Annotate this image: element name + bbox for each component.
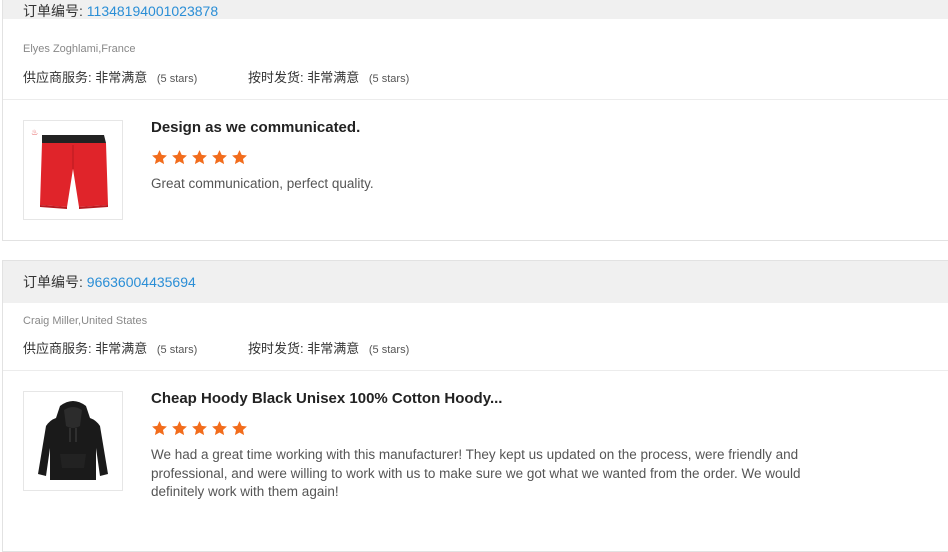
product-thumbnail[interactable] [23, 391, 123, 491]
star-icon [192, 150, 207, 165]
ontime-delivery-stars: (5 stars) [368, 73, 410, 85]
review-card: 订单编号: 11348194001023878 Elyes Zoghlami,F… [2, 0, 948, 241]
ontime-delivery-value: 非常满意 [307, 70, 360, 85]
star-icon [232, 150, 247, 165]
ontime-delivery-label: 按时发货: [248, 70, 304, 85]
order-number-link[interactable]: 96636004435694 [87, 274, 196, 290]
order-number-label: 订单编号: [23, 274, 83, 290]
order-header: 订单编号: 96636004435694 [3, 261, 948, 303]
star-icon [212, 150, 227, 165]
buyer-name: Craig Miller,United States [23, 315, 148, 327]
star-icon [212, 421, 227, 436]
supplier-service-value: 非常满意 [95, 70, 148, 85]
ontime-delivery-stars: (5 stars) [368, 344, 410, 356]
product-title[interactable]: Cheap Hoody Black Unisex 100% Cotton Hoo… [151, 390, 502, 407]
supplier-service-rating: 供应商服务: 非常满意 (5 stars) [23, 338, 197, 357]
buyer-name: Elyes Zoghlami,France [23, 43, 136, 55]
seller-ratings: 供应商服务: 非常满意 (5 stars) 按时发货: 非常满意 (5 star… [23, 67, 409, 86]
seller-ratings: 供应商服务: 非常满意 (5 stars) 按时发货: 非常满意 (5 star… [23, 338, 409, 357]
ontime-delivery-value: 非常满意 [307, 341, 360, 356]
order-number-link[interactable]: 11348194001023878 [87, 3, 218, 19]
supplier-service-label: 供应商服务: [23, 341, 92, 356]
review-text: Great communication, perfect quality. [151, 176, 374, 191]
star-icon [152, 421, 167, 436]
review-card: 订单编号: 96636004435694 Craig Miller,United… [2, 260, 948, 552]
ontime-delivery-rating: 按时发货: 非常满意 (5 stars) [248, 338, 409, 357]
supplier-service-stars: (5 stars) [156, 344, 198, 356]
supplier-service-rating: 供应商服务: 非常满意 (5 stars) [23, 67, 197, 86]
star-icon [232, 421, 247, 436]
svg-text:♨: ♨ [31, 128, 38, 137]
product-title[interactable]: Design as we communicated. [151, 119, 360, 136]
product-thumbnail[interactable]: ♨ [23, 120, 123, 220]
star-icon [172, 150, 187, 165]
ontime-delivery-rating: 按时发货: 非常满意 (5 stars) [248, 67, 409, 86]
star-icon [192, 421, 207, 436]
order-number-label: 订单编号: [23, 3, 83, 19]
red-shorts-image: ♨ [31, 128, 108, 209]
supplier-service-stars: (5 stars) [156, 73, 198, 85]
star-rating [151, 420, 248, 440]
supplier-service-label: 供应商服务: [23, 70, 92, 85]
ontime-delivery-label: 按时发货: [248, 341, 304, 356]
order-header: 订单编号: 11348194001023878 [3, 0, 948, 19]
star-icon [152, 150, 167, 165]
review-text: We had a great time working with this ma… [151, 447, 801, 499]
star-icon [172, 421, 187, 436]
supplier-service-value: 非常满意 [95, 341, 148, 356]
star-rating [151, 149, 248, 169]
divider [3, 99, 948, 100]
black-hoodie-image [38, 401, 108, 480]
divider [3, 370, 948, 371]
